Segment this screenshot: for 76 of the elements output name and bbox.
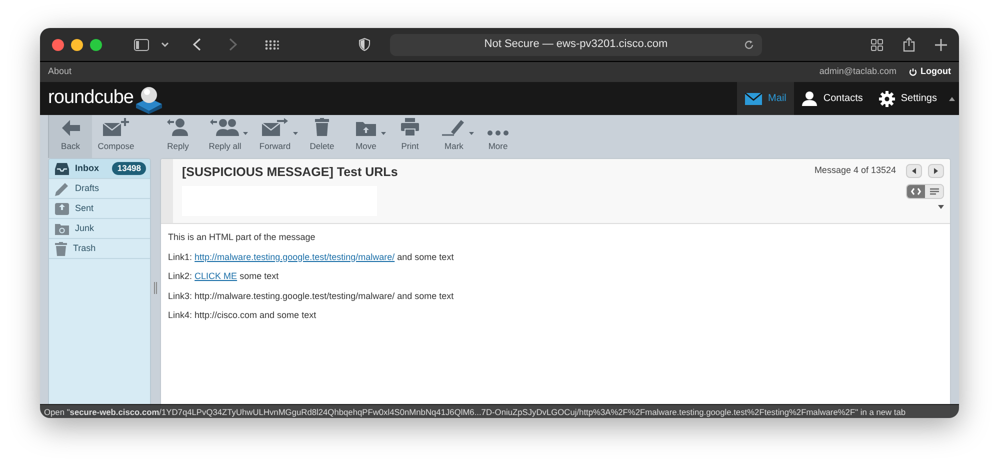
- nav-tab[interactable]: Mail: [737, 82, 794, 115]
- code-icon: [911, 188, 921, 195]
- folder-recycle-icon: [55, 222, 69, 234]
- logout-button[interactable]: Logout: [908, 65, 951, 79]
- envelope-plus-icon: [103, 118, 129, 136]
- view-mode-button[interactable]: [907, 185, 925, 198]
- marker-icon: [442, 118, 466, 136]
- grid-icon[interactable]: [265, 40, 279, 50]
- nav-tab[interactable]: Settings: [870, 82, 945, 115]
- user-name: admin@taclab.com: [819, 65, 896, 78]
- logo-text: roundcube: [48, 86, 134, 110]
- back-icon[interactable]: [193, 38, 201, 51]
- printer-icon: [401, 118, 419, 136]
- link[interactable]: http://malware.testing.google.test/testing/malware/: [194, 252, 395, 262]
- splitter-handle-icon[interactable]: [154, 282, 157, 294]
- trash-icon: [315, 118, 329, 136]
- envelope-icon: [745, 92, 762, 104]
- toolbar-button[interactable]: More: [476, 115, 520, 158]
- message-line: This is an HTML part of the message: [168, 231, 316, 244]
- reload-icon[interactable]: [744, 40, 754, 50]
- new-tab-icon[interactable]: [935, 38, 947, 50]
- toolbar-button[interactable]: Move: [344, 115, 388, 158]
- close-button[interactable]: [52, 38, 64, 50]
- view-mode-button[interactable]: [925, 185, 943, 198]
- message-line: Link1: http://malware.testing.google.test/testing/malware/ and some text: [168, 250, 455, 264]
- reply-person-icon: [167, 118, 189, 136]
- caret-down-icon[interactable]: [938, 205, 944, 209]
- zoom-button[interactable]: [90, 38, 102, 50]
- pencil-icon: [55, 182, 69, 196]
- toolbar-button[interactable]: Compose: [92, 115, 140, 158]
- gear-icon: [878, 90, 895, 106]
- sidebar-icon[interactable]: [134, 38, 149, 50]
- shield-icon: [359, 38, 370, 51]
- about-link[interactable]: About: [48, 65, 72, 79]
- folder-arrow-icon: [356, 120, 376, 136]
- toolbar-button[interactable]: Reply: [156, 115, 200, 158]
- toolbar-button[interactable]: Forward: [250, 115, 300, 158]
- power-icon: [908, 68, 916, 76]
- previous-message-button[interactable]: [906, 164, 922, 178]
- tabs-overview-icon[interactable]: [871, 38, 883, 50]
- trash-icon: [55, 242, 67, 256]
- minimize-button[interactable]: [71, 38, 83, 50]
- dots-icon: [487, 130, 509, 136]
- message-line: Link2: CLICK ME some text: [168, 270, 280, 283]
- status-bar: Open "secure-web.cisco.com/1YD7q4LPvQ34ZTyUhwULHvnMGguRd8l24QhbqehqPFw0xl4S0nMnbNq41J6QlM6...7D-OniuZpSJyDvLGOCuj/http%3A%2F%2Fmalware.testing.google.test%2Ftesting%2Fmalware%2F" in a new tab: [40, 404, 959, 418]
- folder-item[interactable]: Trash: [49, 239, 150, 259]
- message-subject: [SUSPICIOUS MESSAGE] Test URLs: [182, 164, 399, 181]
- inbox-icon: [55, 162, 69, 174]
- toolbar-button[interactable]: Reply all: [200, 115, 250, 158]
- arrow-left-icon: [62, 120, 80, 136]
- toolbar-button[interactable]: Print: [388, 115, 432, 158]
- folder-item[interactable]: Junk: [49, 219, 150, 239]
- person-icon: [802, 91, 818, 106]
- toolbar-button[interactable]: Delete: [300, 115, 344, 158]
- share-icon[interactable]: [903, 37, 915, 52]
- next-message-button[interactable]: [928, 164, 944, 178]
- folder-item[interactable]: Sent: [49, 199, 150, 219]
- triangle-right-icon: [934, 168, 938, 174]
- folder-item[interactable]: Inbox 13498: [49, 159, 150, 179]
- toolbar-button[interactable]: Back: [48, 115, 92, 158]
- folder-item[interactable]: Drafts: [49, 179, 150, 199]
- reply-people-icon: [210, 118, 240, 136]
- chevron-down-icon[interactable]: [161, 42, 169, 48]
- text-lines-icon: [930, 188, 938, 195]
- message-line: Link3: http://malware.testing.google.test/testing/malware/ and some text: [168, 290, 455, 303]
- message-line: Link4: http://cisco.com and some text: [168, 309, 318, 322]
- nav-tab[interactable]: Contacts: [794, 82, 871, 115]
- message-counter: Message 4 of 13524: [814, 164, 896, 178]
- envelope-arrow-icon: [262, 118, 288, 136]
- link[interactable]: CLICK ME: [194, 271, 238, 281]
- address-field[interactable]: Not Secure — ews-pv3201.cisco.com: [390, 34, 762, 56]
- triangle-left-icon: [912, 168, 916, 174]
- unread-count: 13498: [112, 162, 146, 175]
- caret-up-icon[interactable]: [949, 96, 955, 100]
- toolbar-button[interactable]: Mark: [432, 115, 476, 158]
- forward-icon[interactable]: [229, 38, 237, 51]
